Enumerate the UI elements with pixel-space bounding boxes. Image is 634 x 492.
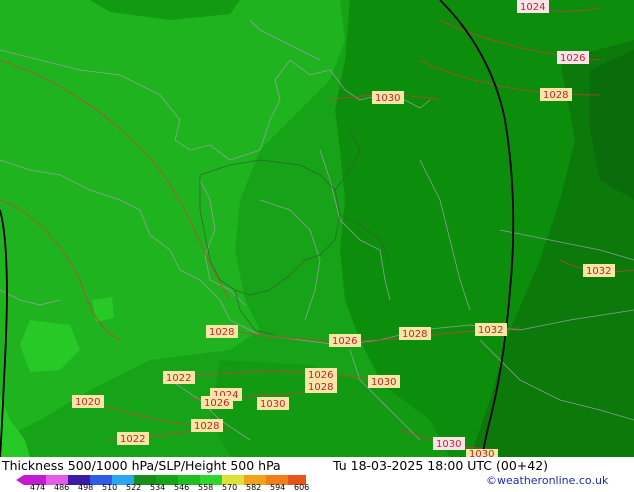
svg-text:1028: 1028 [209,327,234,338]
isobar-label: 1022 [117,432,149,445]
weather-map-panel: 1024 1026 1028 1030 1032 1028 1026 1028 … [0,0,634,492]
isobar-label: 1032 [475,323,507,336]
isobar-label: 1022 [163,371,195,384]
isobar-label: 1028 [206,325,238,338]
scale-tick-label: 606 [294,483,310,492]
svg-text:1030: 1030 [371,377,396,388]
color-scale [16,471,310,485]
svg-text:1026: 1026 [560,53,585,64]
svg-text:1022: 1022 [166,373,191,384]
svg-text:1024: 1024 [520,2,545,13]
svg-text:1028: 1028 [402,329,427,340]
isobar-label: 1030 [466,449,498,457]
scale-tick-label: 582 [246,483,262,492]
svg-text:1030: 1030 [469,449,494,457]
isobar-label: 1026 [557,51,589,64]
svg-text:1026: 1026 [332,336,357,347]
scale-tick-label: 558 [198,483,214,492]
isobar-label: 1028 [540,88,572,101]
isobar-label: 1028 [191,419,223,432]
svg-text:1026: 1026 [204,398,229,409]
isobar-label: 1030 [372,91,404,104]
isobar-label: 1028 [305,380,337,393]
svg-text:1030: 1030 [260,399,285,410]
isobar-label: 1024 [517,0,549,13]
svg-text:1020: 1020 [75,397,100,408]
svg-text:1032: 1032 [586,266,611,277]
scale-tick-label: 486 [54,483,70,492]
isobar-label: 1032 [583,264,615,277]
isobar-label: 1030 [257,397,289,410]
map-footer: Thickness 500/1000 hPa/SLP/Height 500 hP… [0,457,634,492]
isobar-label: 1030 [368,375,400,388]
scale-tick-label: 534 [150,483,166,492]
scale-tick-label: 570 [222,483,238,492]
credit-link[interactable]: ©weatheronline.co.uk [486,474,608,487]
isobar-label: 1026 [329,334,361,347]
svg-text:1028: 1028 [194,421,219,432]
isobar-label: 1030 [433,437,465,450]
svg-text:1028: 1028 [543,90,568,101]
scale-tick-label: 546 [174,483,190,492]
svg-text:1026: 1026 [308,370,333,381]
isobar-label: 1026 [305,368,337,381]
scale-tick-label: 510 [102,483,118,492]
scale-arrow-left [16,475,24,485]
scale-tick-label: 474 [30,483,46,492]
svg-text:1030: 1030 [375,93,400,104]
svg-text:1028: 1028 [308,382,333,393]
isobar-label: 1020 [72,395,104,408]
isobar-label: 1026 [201,396,233,409]
scale-tick-label: 498 [78,483,94,492]
isobar-label: 1028 [399,327,431,340]
valid-time: Tu 18-03-2025 18:00 UTC (00+42) [333,458,549,473]
svg-text:1032: 1032 [478,325,503,336]
thickness-map: 1024 1026 1028 1030 1032 1028 1026 1028 … [0,0,634,457]
scale-tick-label: 594 [270,483,286,492]
scale-tick-label: 522 [126,483,142,492]
svg-text:1030: 1030 [436,439,461,450]
svg-text:1022: 1022 [120,434,145,445]
